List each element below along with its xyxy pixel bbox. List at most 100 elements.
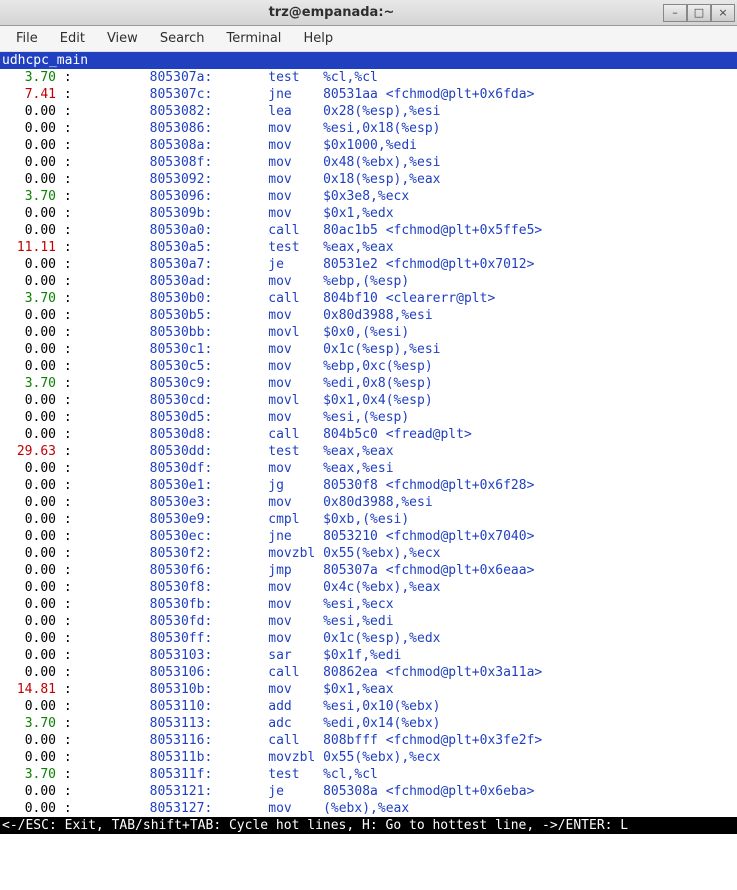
asm-line[interactable]: 0.00 :805308a:mov $0x1000,%edi <box>0 137 737 154</box>
asm-line[interactable]: 0.00 :805308f:mov 0x48(%ebx),%esi <box>0 154 737 171</box>
operands: 0x48(%ebx),%esi <box>323 155 440 170</box>
address: 805311f: <box>150 767 213 782</box>
colon: : <box>56 512 72 527</box>
address: 80530a5: <box>150 240 213 255</box>
mnemonic: jg <box>268 478 284 493</box>
asm-line[interactable]: 0.00 :80530d8:call 804b5c0 <fread@plt> <box>0 426 737 443</box>
asm-line[interactable]: 0.00 :8053086:mov %esi,0x18(%esp) <box>0 120 737 137</box>
menu-file[interactable]: File <box>6 28 48 49</box>
colon: : <box>56 665 72 680</box>
asm-line[interactable]: 0.00 :80530ec:jne 8053210 <fchmod@plt+0x… <box>0 528 737 545</box>
colon: : <box>56 206 72 221</box>
address: 80530c5: <box>150 359 213 374</box>
asm-line[interactable]: 3.70 :80530c9:mov %edi,0x8(%esp) <box>0 375 737 392</box>
address: 80530cd: <box>150 393 213 408</box>
asm-line[interactable]: 0.00 :8053110:add %esi,0x10(%ebx) <box>0 698 737 715</box>
asm-line[interactable]: 0.00 :80530d5:mov %esi,(%esp) <box>0 409 737 426</box>
mnemonic: sar <box>268 648 291 663</box>
asm-line[interactable]: 3.70 :8053113:adc %edi,0x14(%ebx) <box>0 715 737 732</box>
asm-line[interactable]: 0.00 :80530b5:mov 0x80d3988,%esi <box>0 307 737 324</box>
mnemonic: mov <box>268 121 291 136</box>
asm-line[interactable]: 0.00 :80530f6:jmp 805307a <fchmod@plt+0x… <box>0 562 737 579</box>
percent: 0.00 <box>2 460 56 477</box>
asm-line[interactable]: 3.70 :805307a:test %cl,%cl <box>0 69 737 86</box>
asm-line[interactable]: 0.00 :805311b:movzbl 0x55(%ebx),%ecx <box>0 749 737 766</box>
menu-terminal[interactable]: Terminal <box>216 28 291 49</box>
asm-line[interactable]: 0.00 :80530cd:movl $0x1,0x4(%esp) <box>0 392 737 409</box>
address: 80530c9: <box>150 376 213 391</box>
menubar: File Edit View Search Terminal Help <box>0 26 737 52</box>
asm-line[interactable]: 0.00 :80530e3:mov 0x80d3988,%esi <box>0 494 737 511</box>
asm-line[interactable]: 0.00 :80530f2:movzbl 0x55(%ebx),%ecx <box>0 545 737 562</box>
minimize-button[interactable]: – <box>663 4 687 22</box>
mnemonic: test <box>268 70 299 85</box>
terminal-output[interactable]: udhcpc_main 3.70 :805307a:test %cl,%cl7.… <box>0 52 737 890</box>
asm-line[interactable]: 0.00 :80530c1:mov 0x1c(%esp),%esi <box>0 341 737 358</box>
asm-line[interactable]: 0.00 :80530df:mov %eax,%esi <box>0 460 737 477</box>
asm-line[interactable]: 3.70 :80530b0:call 804bf10 <clearerr@plt… <box>0 290 737 307</box>
colon: : <box>56 291 72 306</box>
mnemonic: call <box>268 665 299 680</box>
asm-line[interactable]: 11.11 :80530a5:test %eax,%eax <box>0 239 737 256</box>
mnemonic: mov <box>268 614 291 629</box>
percent: 0.00 <box>2 358 56 375</box>
percent: 0.00 <box>2 783 56 800</box>
menu-search[interactable]: Search <box>150 28 215 49</box>
address: 80530df: <box>150 461 213 476</box>
operands: 804bf10 <clearerr@plt> <box>323 291 495 306</box>
colon: : <box>56 308 72 323</box>
percent: 0.00 <box>2 596 56 613</box>
operands: 804b5c0 <fread@plt> <box>323 427 472 442</box>
mnemonic: mov <box>268 155 291 170</box>
asm-line[interactable]: 0.00 :80530f8:mov 0x4c(%ebx),%eax <box>0 579 737 596</box>
asm-line[interactable]: 0.00 :80530fd:mov %esi,%edi <box>0 613 737 630</box>
colon: : <box>56 427 72 442</box>
asm-line[interactable]: 0.00 :80530e1:jg 80530f8 <fchmod@plt+0x6… <box>0 477 737 494</box>
address: 8053106: <box>150 665 213 680</box>
asm-line[interactable]: 0.00 :80530fb:mov %esi,%ecx <box>0 596 737 613</box>
colon: : <box>56 784 72 799</box>
asm-line[interactable]: 29.63 :80530dd:test %eax,%eax <box>0 443 737 460</box>
asm-line[interactable]: 0.00 :80530e9:cmpl $0xb,(%esi) <box>0 511 737 528</box>
asm-line[interactable]: 0.00 :80530ad:mov %ebp,(%esp) <box>0 273 737 290</box>
asm-line[interactable]: 3.70 :8053096:mov $0x3e8,%ecx <box>0 188 737 205</box>
asm-line[interactable]: 0.00 :8053116:call 808bfff <fchmod@plt+0… <box>0 732 737 749</box>
asm-line[interactable]: 0.00 :80530a7:je 80531e2 <fchmod@plt+0x7… <box>0 256 737 273</box>
asm-line[interactable]: 0.00 :80530a0:call 80ac1b5 <fchmod@plt+0… <box>0 222 737 239</box>
asm-line[interactable]: 0.00 :8053121:je 805308a <fchmod@plt+0x6… <box>0 783 737 800</box>
asm-line[interactable]: 0.00 :8053127:mov (%ebx),%eax <box>0 800 737 817</box>
colon: : <box>56 172 72 187</box>
asm-line[interactable]: 3.70 :805311f:test %cl,%cl <box>0 766 737 783</box>
menu-help[interactable]: Help <box>293 28 343 49</box>
percent: 0.00 <box>2 324 56 341</box>
asm-line[interactable]: 0.00 :8053103:sar $0x1f,%edi <box>0 647 737 664</box>
address: 80530bb: <box>150 325 213 340</box>
asm-line[interactable]: 0.00 :805309b:mov $0x1,%edx <box>0 205 737 222</box>
asm-line[interactable]: 7.41 :805307c:jne 80531aa <fchmod@plt+0x… <box>0 86 737 103</box>
maximize-button[interactable]: □ <box>687 4 711 22</box>
asm-line[interactable]: 0.00 :8053106:call 80862ea <fchmod@plt+0… <box>0 664 737 681</box>
colon: : <box>56 614 72 629</box>
asm-line[interactable]: 0.00 :8053092:mov 0x18(%esp),%eax <box>0 171 737 188</box>
percent: 0.00 <box>2 137 56 154</box>
close-button[interactable]: × <box>711 4 735 22</box>
mnemonic: mov <box>268 682 291 697</box>
address: 80530ad: <box>150 274 213 289</box>
address: 80530f6: <box>150 563 213 578</box>
address: 8053103: <box>150 648 213 663</box>
asm-line[interactable]: 0.00 :8053082:lea 0x28(%esp),%esi <box>0 103 737 120</box>
address: 80530e1: <box>150 478 213 493</box>
menu-edit[interactable]: Edit <box>50 28 95 49</box>
asm-line[interactable]: 14.81 :805310b:mov $0x1,%eax <box>0 681 737 698</box>
mnemonic: call <box>268 733 299 748</box>
menu-view[interactable]: View <box>97 28 148 49</box>
address: 8053086: <box>150 121 213 136</box>
operands: %esi,0x18(%esp) <box>323 121 440 136</box>
mnemonic: mov <box>268 376 291 391</box>
asm-line[interactable]: 0.00 :80530c5:mov %ebp,0xc(%esp) <box>0 358 737 375</box>
mnemonic: mov <box>268 138 291 153</box>
percent: 29.63 <box>2 443 56 460</box>
colon: : <box>56 138 72 153</box>
asm-line[interactable]: 0.00 :80530ff:mov 0x1c(%esp),%edx <box>0 630 737 647</box>
asm-line[interactable]: 0.00 :80530bb:movl $0x0,(%esi) <box>0 324 737 341</box>
